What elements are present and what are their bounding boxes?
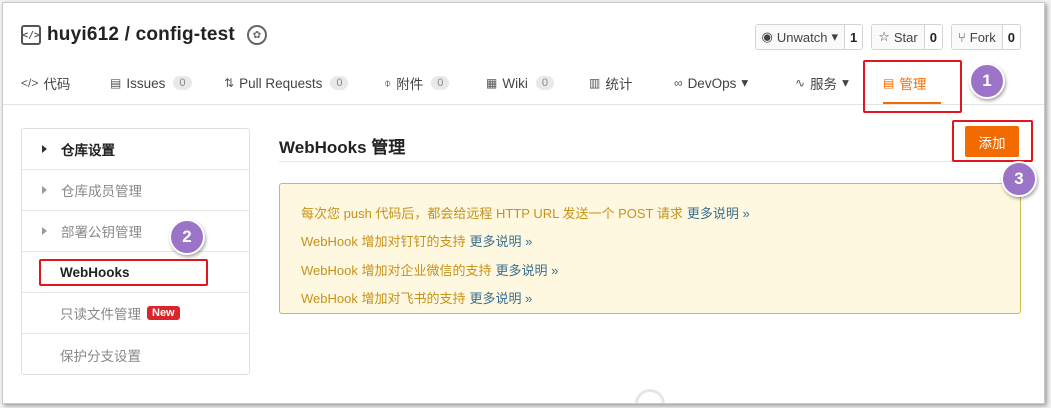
caret-right-icon (42, 186, 47, 194)
tab-count: 0 (431, 76, 450, 90)
star-icon: ☆ (878, 29, 890, 44)
sidebar-item-protected-branches[interactable]: 保护分支设置 (22, 334, 249, 375)
notice-text: WebHook 增加对钉钉的支持 (301, 234, 466, 250)
code-icon: </> (21, 76, 39, 90)
repo-tabs: </> 代码 ▤ Issues 0 ⇅ Pull Requests 0 ⌽ 附件… (21, 63, 953, 105)
eye-icon: ◉ (761, 29, 773, 44)
tab-label: Pull Requests (239, 75, 323, 91)
tab-code[interactable]: </> 代码 (21, 63, 110, 103)
fork-icon: ⑂ (957, 29, 966, 45)
star-count[interactable]: 0 (923, 25, 942, 49)
pull-request-icon: ⇅ (224, 76, 235, 90)
title-divider (279, 161, 1021, 162)
new-badge: New (147, 306, 180, 320)
star-button[interactable]: ☆ Star 0 (871, 24, 943, 50)
sidebar-item-members[interactable]: 仓库成员管理 (22, 170, 249, 211)
more-info-link[interactable]: 更多说明 » (495, 260, 558, 279)
loading-circle-icon (635, 389, 665, 403)
sidebar-item-label: 保护分支设置 (60, 348, 141, 364)
chevron-down-icon: ▾ (831, 29, 838, 44)
notice-text: WebHook 增加对飞书的支持 (301, 291, 466, 307)
repo-title: </> huyi612 / config-test ✿ (21, 24, 267, 46)
highlight-webhooks-item (39, 259, 208, 286)
caret-right-icon (42, 145, 47, 153)
issues-icon: ▤ (110, 76, 122, 90)
step-badge-3: 3 (1001, 161, 1037, 197)
service-icon: ∿ (795, 76, 806, 90)
tab-label: 统计 (605, 77, 633, 92)
more-info-link[interactable]: 更多说明 » (469, 288, 532, 307)
sidebar-item-label: 仓库设置 (61, 143, 115, 158)
tab-wiki[interactable]: ▦ Wiki 0 (486, 63, 589, 103)
tab-stats[interactable]: ▥ 统计 (589, 63, 674, 103)
tab-label: Issues (126, 75, 166, 91)
unwatch-button[interactable]: ◉ Unwatch ▾ 1 (754, 24, 864, 50)
tab-issues[interactable]: ▤ Issues 0 (110, 63, 224, 103)
sidebar-item-label: 部署公钥管理 (61, 225, 142, 240)
sidebar-item-label: 仓库成员管理 (61, 184, 142, 199)
watch-count[interactable]: 1 (843, 25, 863, 49)
sidebar-item-label: 只读文件管理 (60, 307, 141, 322)
highlight-add-button (952, 120, 1033, 162)
tab-devops[interactable]: ∞ DevOps ▾ (674, 63, 795, 103)
notice-text: 每次您 push 代码后，都会给远程 HTTP URL 发送一个 POST 请求 (301, 205, 683, 221)
repo-name[interactable]: huyi612 / config-test (47, 24, 235, 46)
tab-attachments[interactable]: ⌽ 附件 0 (384, 63, 486, 103)
fork-count[interactable]: 0 (1001, 25, 1020, 49)
code-brackets-icon: </> (21, 25, 41, 45)
more-info-link[interactable]: 更多说明 » (469, 231, 532, 250)
chevron-down-icon: ▾ (741, 75, 749, 90)
chevron-down-icon: ▾ (842, 75, 849, 90)
tab-label: Wiki (502, 75, 528, 91)
settings-sidebar: 仓库设置 仓库成员管理 部署公钥管理 WebHooks 只读文件管理 New 保… (21, 128, 250, 375)
notice-line: WebHook 增加对飞书的支持 更多说明 » (301, 284, 1020, 313)
sidebar-item-deploy-keys[interactable]: 部署公钥管理 (22, 211, 249, 252)
tab-count: 0 (535, 76, 554, 90)
tab-count: 0 (173, 76, 192, 90)
tab-label: 代码 (43, 77, 71, 92)
webhook-info-notice: 每次您 push 代码后，都会给远程 HTTP URL 发送一个 POST 请求… (279, 183, 1021, 314)
star-label: Star (893, 29, 918, 45)
highlight-manage-tab (863, 60, 962, 113)
repo-actions: ◉ Unwatch ▾ 1 ☆ Star 0 ⑂ Fork 0 (754, 24, 1021, 50)
notice-line: WebHook 增加对企业微信的支持 更多说明 » (301, 255, 1020, 284)
tab-label: 附件 (396, 77, 424, 92)
fork-button[interactable]: ⑂ Fork 0 (950, 24, 1021, 50)
tab-label: DevOps (687, 75, 737, 91)
page-title: WebHooks 管理 (279, 138, 406, 157)
notice-line: WebHook 增加对钉钉的支持 更多说明 » (301, 227, 1020, 256)
tab-pull-requests[interactable]: ⇅ Pull Requests 0 (224, 63, 384, 103)
more-info-link[interactable]: 更多说明 » (687, 203, 750, 222)
step-badge-2: 2 (169, 219, 205, 255)
attachment-icon: ⌽ (384, 75, 392, 90)
tab-label: 服务 (810, 77, 838, 92)
unwatch-label: Unwatch (776, 29, 828, 45)
step-badge-1: 1 (969, 63, 1005, 99)
fork-label: Fork (969, 29, 996, 45)
sidebar-item-repo-settings[interactable]: 仓库设置 (22, 129, 249, 170)
sidebar-item-readonly-files[interactable]: 只读文件管理 New (22, 293, 249, 334)
wiki-icon: ▦ (486, 76, 498, 90)
caret-right-icon (42, 227, 47, 235)
stats-icon: ▥ (589, 76, 601, 90)
notice-line: 每次您 push 代码后，都会给远程 HTTP URL 发送一个 POST 请求… (301, 198, 1020, 227)
devops-icon: ∞ (674, 76, 683, 90)
rosette-badge-icon[interactable]: ✿ (246, 25, 267, 45)
tab-count: 0 (330, 76, 349, 90)
notice-text: WebHook 增加对企业微信的支持 (301, 262, 492, 278)
screenshot-frame: </> huyi612 / config-test ✿ ◉ Unwatch ▾ 1 … (2, 2, 1045, 404)
